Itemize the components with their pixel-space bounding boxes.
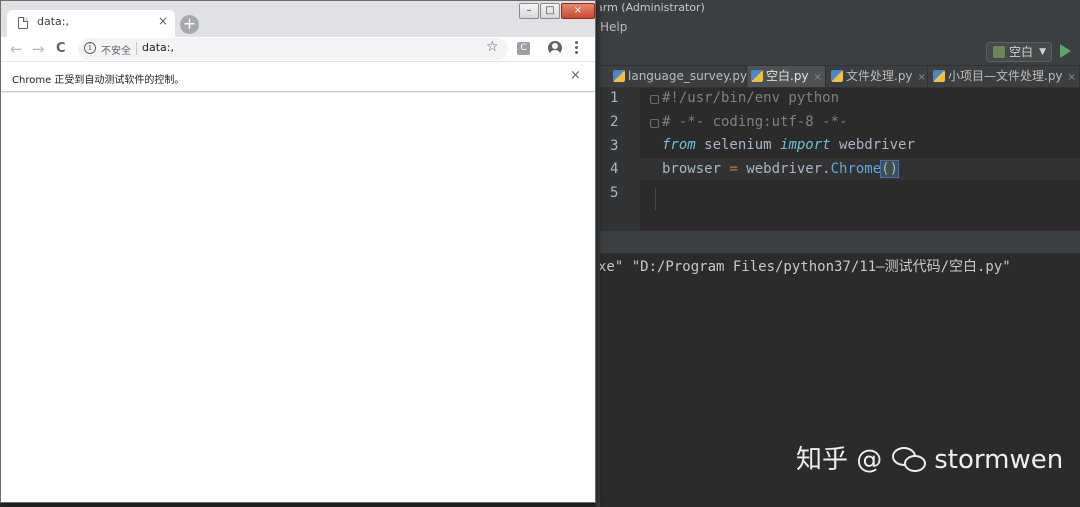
python-config-icon: [993, 46, 1005, 58]
line-number: 1: [610, 90, 619, 106]
infobar-close-icon[interactable]: ×: [570, 68, 581, 83]
code-line-1: #!/usr/bin/env python: [662, 90, 840, 106]
keyword-import: import: [780, 137, 831, 153]
watermark-name: stormwen: [934, 445, 1064, 475]
tab-kongbai[interactable]: 空白.py ×: [748, 66, 826, 87]
code-line-4: browser = webdriver.Chrome(): [662, 160, 900, 178]
chevron-down-icon: ▼: [1039, 47, 1046, 57]
run-configuration-select[interactable]: 空白 ▼: [986, 42, 1052, 62]
forward-button[interactable]: →: [32, 40, 45, 58]
line-number: 2: [610, 114, 619, 130]
star-icon[interactable]: ☆: [486, 39, 499, 55]
extension-icon[interactable]: C: [517, 42, 530, 55]
object-ref: webdriver.: [737, 161, 831, 177]
page-content[interactable]: [1, 93, 595, 502]
url-text[interactable]: data:,: [142, 41, 174, 54]
code-line-2: # -*- coding:utf-8 -*-: [662, 114, 848, 130]
automation-infobar: Chrome 正受到自动测试软件的控制。 ×: [1, 61, 595, 92]
import-name: webdriver: [830, 137, 915, 153]
address-bar[interactable]: i 不安全 data:, ☆: [78, 38, 508, 60]
tab-file-processing[interactable]: 文件处理.py ×: [828, 66, 928, 87]
back-button[interactable]: ←: [10, 40, 23, 58]
tab-close-icon[interactable]: ×: [814, 72, 822, 83]
chrome-window: data:, × + – □ × ← → C i 不安全 data:, ☆ C: [0, 0, 596, 503]
reload-button[interactable]: C: [56, 41, 66, 56]
fold-marker-icon[interactable]: [650, 119, 659, 128]
run-icon[interactable]: [1060, 44, 1071, 58]
console-command-line: xe" "D:/Program Files/python37/11—测试代码/空…: [598, 259, 1011, 275]
module-name: selenium: [695, 137, 781, 153]
variable-name: browser: [662, 161, 730, 177]
infobar-message: Chrome 正受到自动测试软件的控制。: [12, 75, 185, 86]
method-call: Chrome: [830, 161, 882, 177]
tab-close-icon[interactable]: ×: [1068, 72, 1076, 83]
tab-language-survey[interactable]: language_survey.py×: [610, 66, 760, 87]
watermark: 知乎 @ stormwen: [796, 440, 1063, 480]
maximize-button[interactable]: □: [540, 3, 560, 19]
wechat-icon: [892, 445, 928, 473]
fold-marker-icon[interactable]: [650, 95, 659, 104]
assign-operator: =: [729, 161, 738, 177]
tab-label: language_survey.py: [628, 69, 748, 83]
tab-close-icon[interactable]: ×: [918, 72, 926, 83]
line-number: 4: [610, 161, 619, 177]
menu-help[interactable]: Help: [600, 16, 627, 38]
run-config-label: 空白: [1009, 45, 1034, 59]
keyword-from: from: [662, 137, 696, 153]
window-edge: [596, 0, 600, 507]
python-file-icon: [751, 70, 763, 82]
menu-icon[interactable]: [574, 41, 578, 55]
tab-label: 文件处理.py: [846, 69, 913, 83]
desktop-screen: arm (Administrator) Help 空白 ▼ language_s…: [0, 0, 1080, 507]
profile-icon[interactable]: [548, 41, 562, 55]
python-file-icon: [933, 70, 945, 82]
code-line-3: from selenium import webdriver: [662, 137, 915, 153]
close-window-button[interactable]: ×: [561, 3, 595, 19]
tab-label: 空白.py: [766, 69, 809, 83]
omnibox-separator: [136, 42, 137, 55]
line-number-gutter: [600, 88, 640, 230]
line-number: 3: [610, 138, 619, 154]
chrome-titlebar[interactable]: data:, × + – □ ×: [1, 1, 595, 37]
new-tab-button[interactable]: +: [180, 15, 199, 34]
indent-guide: [655, 188, 656, 210]
security-label[interactable]: 不安全: [101, 42, 131, 57]
matched-parens: (): [880, 160, 900, 178]
minimize-button[interactable]: –: [519, 3, 539, 19]
python-file-icon: [613, 70, 625, 82]
tab-close-icon[interactable]: ×: [158, 14, 168, 28]
line-number: 5: [610, 185, 619, 201]
python-file-icon: [831, 70, 843, 82]
browser-tab[interactable]: data:, ×: [7, 10, 175, 37]
tab-mini-project[interactable]: 小项目—文件处理.py ×: [930, 66, 1080, 87]
page-icon: [18, 17, 28, 29]
tab-label: 小项目—文件处理.py: [948, 69, 1063, 83]
ide-title: arm (Administrator): [596, 1, 705, 14]
tab-title: data:,: [37, 15, 69, 28]
watermark-prefix: 知乎 @: [796, 445, 883, 475]
info-icon[interactable]: i: [84, 42, 96, 54]
chrome-toolbar: ← → C i 不安全 data:, ☆ C: [1, 37, 595, 61]
